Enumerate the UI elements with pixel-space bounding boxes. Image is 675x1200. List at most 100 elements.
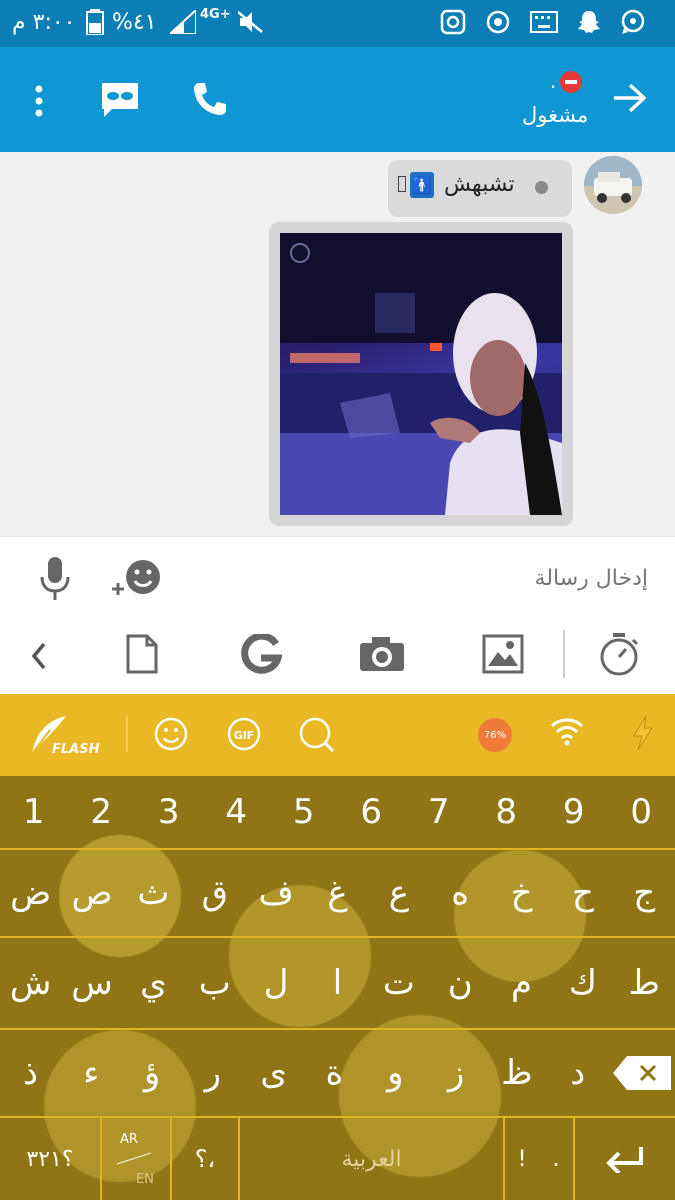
attachment-bar <box>0 616 675 694</box>
key-letter[interactable]: ة <box>304 1030 365 1116</box>
key-6[interactable]: 6 <box>338 776 406 848</box>
key-4[interactable]: 4 <box>203 776 271 848</box>
key-letter[interactable]: ه <box>430 850 491 936</box>
key-letter[interactable]: ز <box>426 1030 487 1116</box>
key-letter[interactable]: ذ <box>0 1030 61 1116</box>
key-letter[interactable]: ق <box>184 850 245 936</box>
status-battery-percent: %٤١ <box>112 10 157 35</box>
divider <box>126 716 128 752</box>
more-options-icon[interactable] <box>34 85 44 117</box>
enter-icon <box>606 1147 643 1173</box>
contact-status[interactable]: مشغول <box>522 103 588 127</box>
lang-en-label: EN <box>136 1172 154 1187</box>
key-letter[interactable]: خ <box>491 850 552 936</box>
keyboard-icon <box>530 11 558 33</box>
key-letter[interactable]: ك <box>552 938 613 1028</box>
document-icon[interactable] <box>126 634 158 674</box>
key-letter[interactable]: ط <box>614 938 675 1028</box>
key-letter[interactable]: ا <box>307 938 368 1028</box>
secret-chat-icon[interactable] <box>100 81 140 119</box>
key-letter[interactable]: غ <box>307 850 368 936</box>
man-symbol-emoji: 🚹 <box>410 172 434 198</box>
key-letter[interactable]: ش <box>0 938 61 1028</box>
divider <box>563 630 565 678</box>
key-letter[interactable]: ت <box>368 938 429 1028</box>
photo-thumbnail[interactable] <box>280 233 562 515</box>
message-input[interactable] <box>200 553 650 603</box>
gallery-icon[interactable] <box>482 634 524 674</box>
busy-status-indicator <box>560 71 582 93</box>
microphone-icon[interactable] <box>38 557 72 601</box>
key-1[interactable]: 1 <box>0 776 68 848</box>
message-bubble[interactable]: تشبهش 🚹 <box>388 160 572 217</box>
number-row: 1 2 3 4 5 6 7 8 9 0 <box>0 776 675 850</box>
contact-avatar[interactable] <box>584 156 642 214</box>
key-letter[interactable]: ى <box>243 1030 304 1116</box>
chevron-left-icon[interactable] <box>30 642 48 670</box>
bottom-row: ؟٣٢١ AR EN ؟، العربية ! . <box>0 1118 675 1200</box>
battery-icon <box>86 9 104 35</box>
signal-icon <box>170 10 196 34</box>
key-2[interactable]: 2 <box>68 776 136 848</box>
keyboard: 1 2 3 4 5 6 7 8 9 0 ض ص ث ق ف غ ع ه خ ح … <box>0 776 675 1200</box>
key-8[interactable]: 8 <box>473 776 541 848</box>
key-letter[interactable]: ج <box>614 850 675 936</box>
key-letter[interactable]: س <box>61 938 122 1028</box>
key-9[interactable]: 9 <box>540 776 608 848</box>
snapchat-icon <box>576 9 602 35</box>
wifi-icon[interactable] <box>550 716 584 746</box>
key-letter[interactable]: ء <box>61 1030 122 1116</box>
camera-icon[interactable] <box>358 635 406 673</box>
unknown-glyph-box <box>398 176 406 192</box>
chat-area: تشبهش 🚹 <box>0 152 675 536</box>
lang-divider <box>116 1152 152 1165</box>
gif-icon[interactable]: GIF <box>227 717 261 751</box>
key-letter[interactable]: ر <box>182 1030 243 1116</box>
key-letter[interactable]: ص <box>61 850 122 936</box>
key-letter[interactable]: ؤ <box>122 1030 183 1116</box>
key-letter[interactable]: ظ <box>487 1030 548 1116</box>
keyboard-brand: FLASH <box>52 742 100 757</box>
key-letter[interactable]: ن <box>430 938 491 1028</box>
svg-text:GIF: GIF <box>234 729 255 742</box>
key-letter[interactable]: ف <box>245 850 306 936</box>
search-icon[interactable] <box>299 717 335 753</box>
whatsapp-icon <box>620 9 646 35</box>
exclamation-key[interactable]: ! <box>505 1118 539 1200</box>
timer-icon[interactable] <box>598 632 640 676</box>
message-input-bar <box>0 536 675 617</box>
instagram-icon <box>440 9 466 35</box>
period-key[interactable]: . <box>539 1118 575 1200</box>
punctuation-key[interactable]: ؟، <box>172 1118 240 1200</box>
add-emoji-icon[interactable] <box>108 559 164 599</box>
key-letter[interactable]: ل <box>245 938 306 1028</box>
key-letter[interactable]: و <box>365 1030 426 1116</box>
key-5[interactable]: 5 <box>270 776 338 848</box>
status-bar: ٣:٠٠ م %٤١ 4G+ <box>0 0 675 47</box>
lightning-icon[interactable] <box>632 716 654 750</box>
language-switch-key[interactable]: AR EN <box>102 1118 172 1200</box>
smiley-icon[interactable] <box>154 717 188 751</box>
backspace-key[interactable] <box>608 1030 675 1116</box>
key-letter[interactable]: ي <box>123 938 184 1028</box>
key-3[interactable]: 3 <box>135 776 203 848</box>
space-bar[interactable]: العربية <box>240 1118 505 1200</box>
key-letter[interactable]: ح <box>552 850 613 936</box>
key-letter[interactable]: ع <box>368 850 429 936</box>
key-0[interactable]: 0 <box>608 776 675 848</box>
key-letter[interactable]: ب <box>184 938 245 1028</box>
phone-call-icon[interactable] <box>192 81 228 117</box>
key-letter[interactable]: م <box>491 938 552 1028</box>
status-time: ٣:٠٠ م <box>12 10 76 35</box>
symbols-key[interactable]: ؟٣٢١ <box>0 1118 102 1200</box>
key-letter[interactable]: ض <box>0 850 61 936</box>
google-icon[interactable] <box>240 634 282 676</box>
key-letter[interactable]: ث <box>123 850 184 936</box>
battery-badge[interactable]: 76% <box>478 718 512 752</box>
mute-icon <box>238 10 264 34</box>
image-message[interactable] <box>269 222 573 526</box>
key-7[interactable]: 7 <box>405 776 473 848</box>
back-arrow-icon[interactable] <box>612 83 646 113</box>
enter-key[interactable] <box>575 1118 675 1200</box>
key-letter[interactable]: د <box>547 1030 608 1116</box>
